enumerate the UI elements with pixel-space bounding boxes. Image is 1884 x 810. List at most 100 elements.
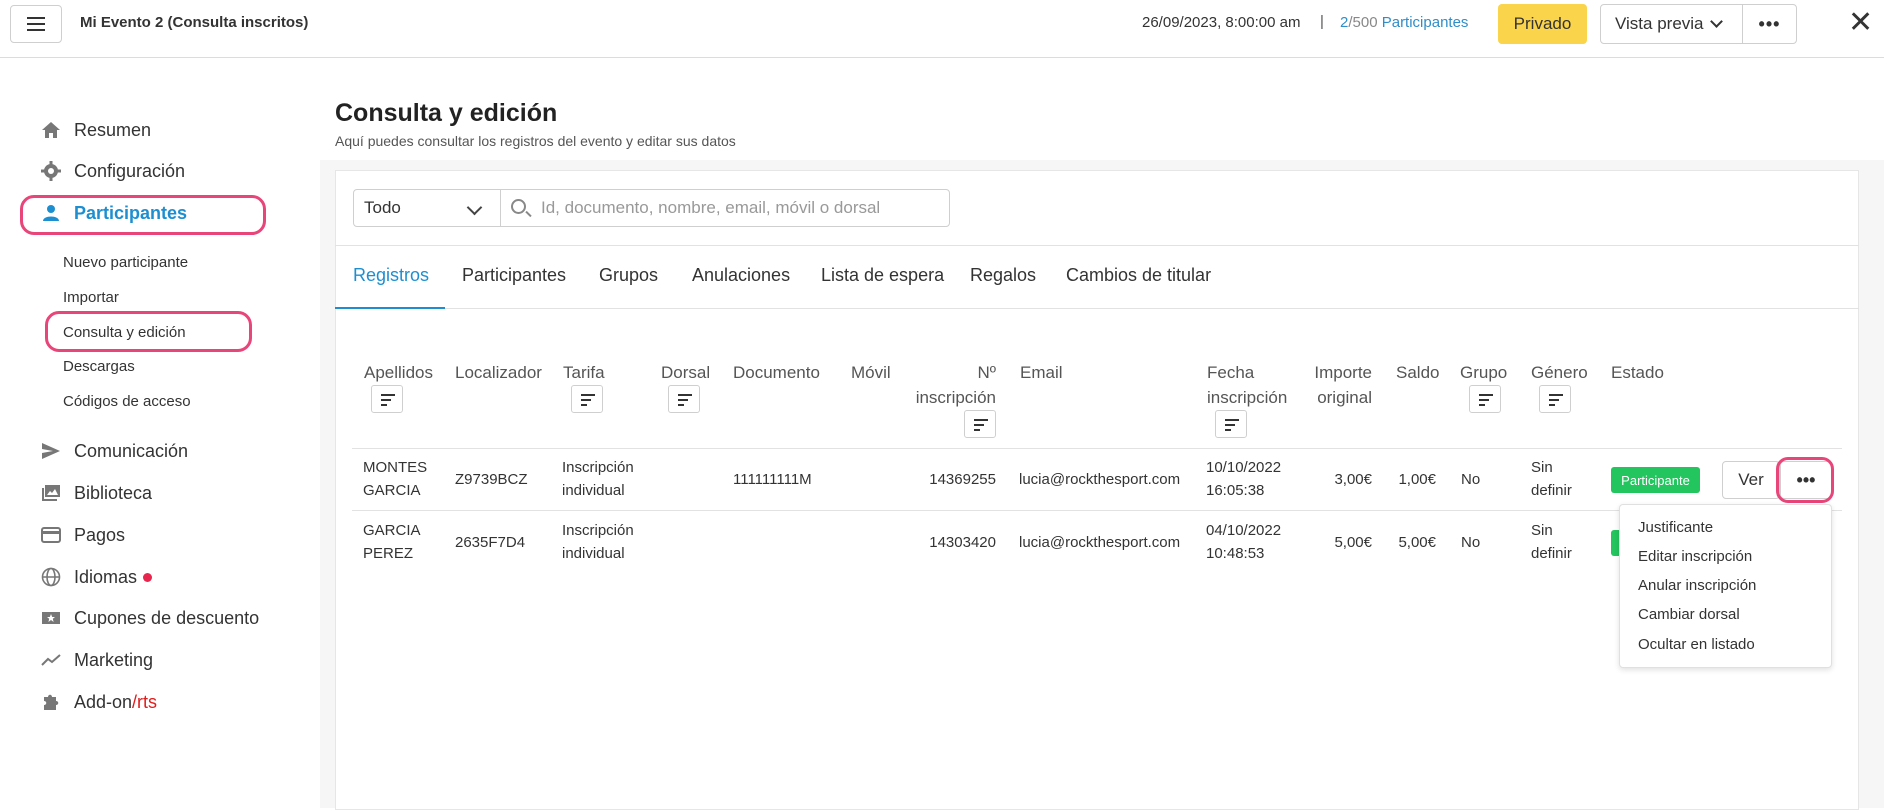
sidebar-item-idiomas[interactable]: Idiomas (40, 562, 153, 592)
menu-item-cambiar-dorsal[interactable]: Cambiar dorsal (1638, 606, 1740, 623)
card-divider (335, 245, 1859, 246)
tab-cambios-titular[interactable]: Cambios de titular (1066, 265, 1211, 286)
filter-select[interactable]: Todo (353, 189, 501, 227)
sub-item-codigos-acceso[interactable]: Códigos de acceso (63, 393, 191, 410)
sidebar-item-marketing[interactable]: Marketing (40, 645, 153, 675)
sort-icon[interactable] (964, 410, 996, 438)
sidebar-item-comunicacion[interactable]: Comunicación (40, 436, 188, 466)
privado-button[interactable]: Privado (1498, 4, 1587, 44)
send-icon (40, 440, 62, 462)
vista-previa-button[interactable]: Vista previa (1600, 4, 1743, 44)
sidebar-item-resumen[interactable]: Resumen (40, 115, 151, 145)
top-bar: Mi Evento 2 (Consulta inscritos) 26/09/2… (0, 0, 1884, 58)
tab-anulaciones[interactable]: Anulaciones (692, 265, 790, 286)
chevron-down-icon (466, 199, 483, 216)
col-header-inscripcion-line2: inscripción (915, 388, 996, 407)
col-header-grupo: Grupo (1460, 363, 1508, 382)
col-header-genero: Género (1531, 363, 1588, 382)
col-header-importe-line1: Importe (1314, 363, 1372, 382)
sidebar-item-label: Biblioteca (74, 482, 153, 503)
sub-item-descargas[interactable]: Descargas (63, 358, 135, 375)
cell-saldo: 1,00€ (1398, 471, 1436, 488)
tab-regalos[interactable]: Regalos (970, 265, 1036, 286)
col-header-localizador: Localizador (455, 363, 542, 382)
cell-tarifa: Inscripción individual (562, 519, 634, 565)
menu-item-justificante[interactable]: Justificante (1638, 519, 1713, 536)
tab-registros[interactable]: Registros (353, 265, 429, 286)
sort-icon[interactable] (668, 385, 700, 413)
sidebar-item-configuracion[interactable]: Configuración (40, 156, 185, 186)
trend-icon (40, 649, 62, 671)
sub-item-importar[interactable]: Importar (63, 289, 119, 306)
sort-icon[interactable] (1469, 385, 1501, 413)
sidebar-item-participantes[interactable]: Participantes (40, 198, 187, 228)
cell-grupo: No (1461, 534, 1481, 551)
cell-tarifa-line2: individual (562, 545, 625, 562)
cell-genero: Sin definir (1531, 519, 1572, 565)
col-header-movil: Móvil (851, 363, 891, 382)
cell-fecha: 10/10/2022 16:05:38 (1206, 456, 1281, 502)
sub-item-consulta-edicion[interactable]: Consulta y edición (63, 324, 186, 341)
col-header-inscripcion-line1: Nº (977, 363, 997, 382)
tab-lista-espera[interactable]: Lista de espera (821, 265, 944, 286)
home-icon (40, 119, 62, 141)
sidebar-item-label: Cupones de descuento (74, 607, 260, 628)
cell-apellidos-line1: MONTES (363, 459, 428, 476)
cell-fecha-line2: 10:48:53 (1206, 545, 1265, 562)
col-header-estado: Estado (1611, 363, 1664, 382)
cell-grupo: No (1461, 471, 1481, 488)
col-header-dorsal: Dorsal (661, 363, 711, 382)
col-header-tarifa: Tarifa (563, 363, 605, 382)
col-header-email: Email (1020, 363, 1063, 382)
ver-button[interactable]: Ver (1722, 461, 1780, 499)
notification-dot (143, 572, 153, 582)
search-icon (511, 199, 526, 214)
sidebar-item-label: Participantes (74, 202, 188, 223)
participants-count[interactable]: 2/500 Participantes (1340, 14, 1468, 31)
col-header-apellidos: Apellidos (364, 363, 433, 382)
cell-inscripcion: 14369255 (929, 471, 996, 488)
cell-tarifa-line1: Inscripción (562, 522, 634, 539)
sidebar-item-label: Resumen (74, 119, 152, 140)
sort-icon[interactable] (371, 385, 403, 413)
cell-genero-line2: definir (1531, 482, 1572, 499)
filter-value: Todo (364, 198, 401, 217)
hamburger-menu-button[interactable] (10, 5, 62, 43)
status-badge: Participante (1611, 467, 1700, 493)
close-icon[interactable]: ✕ (1848, 8, 1873, 38)
cell-genero-line2: definir (1531, 545, 1572, 562)
cell-fecha-line1: 10/10/2022 (1206, 459, 1282, 476)
sidebar-item-cupones[interactable]: Cupones de descuento (40, 603, 259, 633)
tab-grupos[interactable]: Grupos (599, 265, 658, 286)
event-title: Mi Evento 2 (Consulta inscritos) (80, 14, 309, 31)
cell-apellidos: GARCIA PEREZ (363, 519, 421, 565)
menu-item-anular-inscripcion[interactable]: Anular inscripción (1638, 577, 1756, 594)
photo-library-icon (40, 482, 62, 504)
cell-apellidos-line2: PEREZ (363, 545, 414, 562)
col-header-documento: Documento (733, 363, 820, 382)
sidebar-item-label: Add-on (74, 691, 133, 712)
count-total: /500 (1348, 14, 1378, 31)
person-icon (40, 202, 62, 224)
col-header-importe-line2: original (1317, 388, 1372, 407)
search-input[interactable]: Id, documento, nombre, email, móvil o do… (500, 189, 950, 227)
sidebar-item-biblioteca[interactable]: Biblioteca (40, 478, 152, 508)
event-date: 26/09/2023, 8:00:00 am (1142, 14, 1301, 31)
cell-genero-line1: Sin (1531, 522, 1553, 539)
sidebar-item-addon[interactable]: Add-on/rts (40, 687, 157, 717)
sort-icon[interactable] (1539, 385, 1571, 413)
more-options-button[interactable]: ••• (1742, 4, 1797, 44)
cell-localizador: 2635F7D4 (455, 534, 526, 551)
cell-inscripcion: 14303420 (929, 534, 996, 551)
sub-item-nuevo-participante[interactable]: Nuevo participante (63, 254, 188, 271)
menu-item-editar-inscripcion[interactable]: Editar inscripción (1638, 548, 1752, 565)
sort-icon[interactable] (1215, 410, 1247, 438)
sort-icon[interactable] (571, 385, 603, 413)
sidebar-item-label: Marketing (74, 649, 154, 670)
credit-card-icon (40, 524, 62, 546)
menu-item-ocultar-listado[interactable]: Ocultar en listado (1638, 636, 1755, 653)
col-header-fecha-line1: Fecha (1207, 363, 1255, 382)
col-header-fecha: Fecha inscripción (1207, 360, 1287, 410)
sidebar-item-pagos[interactable]: Pagos (40, 520, 125, 550)
tab-participantes[interactable]: Participantes (462, 265, 566, 286)
